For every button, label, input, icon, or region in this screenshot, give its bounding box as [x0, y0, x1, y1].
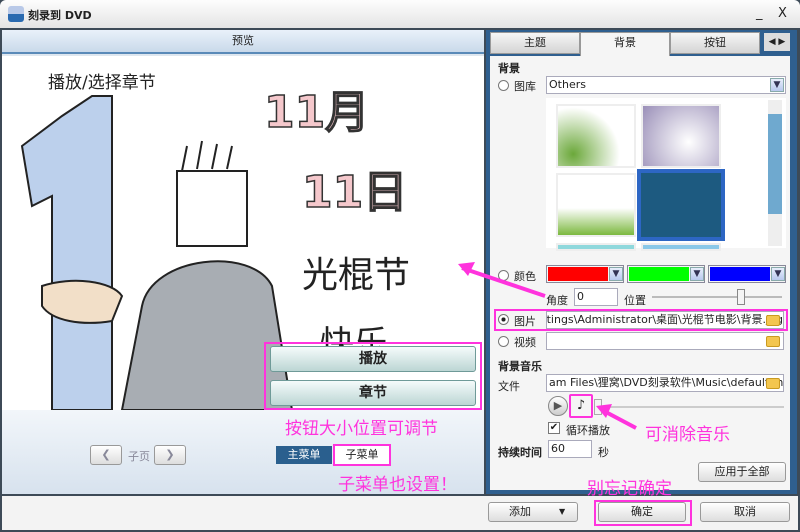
cancel-button[interactable]: 取消 — [700, 502, 790, 522]
chevron-down-icon[interactable]: ▼ — [559, 503, 565, 521]
add-label: 添加 — [509, 505, 531, 518]
ok-button[interactable]: 确定 — [598, 502, 686, 522]
add-button[interactable]: 添加 ▼ — [488, 502, 578, 522]
footer-bar: 添加 ▼ 确定 取消 — [2, 496, 798, 530]
annotation-arrows — [458, 262, 637, 430]
